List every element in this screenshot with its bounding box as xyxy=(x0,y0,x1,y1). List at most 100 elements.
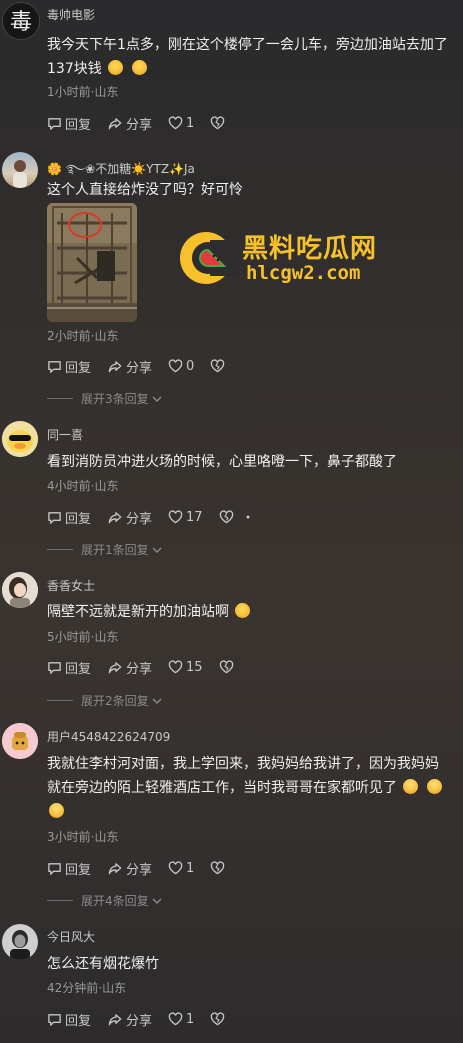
heart-icon xyxy=(168,359,183,373)
share-button[interactable]: 分享 xyxy=(107,658,152,677)
screaming-face-emoji-icon xyxy=(426,779,442,794)
comment-body: 我今天下午1点多，刚在这个楼停了一会儿车，旁边加油站去加了137块钱 xyxy=(47,37,448,77)
like-button[interactable]: 0 xyxy=(168,359,194,374)
expand-replies-button[interactable]: 展开3条回复 xyxy=(47,390,163,407)
building-fire-photo-icon xyxy=(47,203,137,322)
share-icon xyxy=(108,1013,122,1025)
broken-heart-icon xyxy=(211,116,225,130)
username[interactable]: 毒帅电影 xyxy=(47,6,95,23)
share-label: 分享 xyxy=(126,661,153,677)
screaming-face-emoji-icon xyxy=(403,779,419,794)
like-button[interactable]: 1 xyxy=(168,1012,194,1027)
reply-label: 回复 xyxy=(65,117,92,133)
chevron-down-icon xyxy=(152,898,162,904)
watermark-url: hlcgw2.com xyxy=(246,262,361,284)
comment-actions: 回复 分享 17 xyxy=(47,508,270,527)
reply-label: 回复 xyxy=(65,511,92,527)
timestamp-location: 1小时前·山东 xyxy=(47,85,119,99)
reply-button[interactable]: 回复 xyxy=(47,508,91,527)
like-button[interactable]: 1 xyxy=(168,116,194,131)
avatar[interactable] xyxy=(2,924,38,960)
broken-heart-icon xyxy=(219,510,233,524)
timestamp-location: 3小时前·山东 xyxy=(47,830,119,844)
username[interactable]: 今日风大 xyxy=(47,928,95,945)
expand-replies-button[interactable]: 展开2条回复 xyxy=(47,692,163,709)
like-button[interactable]: 15 xyxy=(168,660,203,675)
username[interactable]: 用户4548422624709 xyxy=(47,728,170,745)
share-icon xyxy=(108,511,122,523)
comment-actions: 回复 分享 1 xyxy=(47,859,244,878)
divider xyxy=(47,549,73,550)
comment-actions: 回复 分享 0 xyxy=(47,357,244,376)
reply-label: 回复 xyxy=(65,661,92,677)
expand-replies-button[interactable]: 展开1条回复 xyxy=(47,541,163,558)
share-button[interactable]: 分享 xyxy=(107,114,152,133)
reply-label: 回复 xyxy=(65,1013,92,1029)
avatar[interactable] xyxy=(2,421,38,457)
watermark-logo: 黑料吃瓜网 hlcgw2.com xyxy=(178,228,398,288)
comment-actions: 回复 分享 1 xyxy=(47,1010,244,1029)
share-icon xyxy=(108,862,122,874)
dislike-button[interactable] xyxy=(210,861,228,875)
avatar-cartoon-icon xyxy=(2,723,38,759)
share-label: 分享 xyxy=(126,511,153,527)
divider xyxy=(47,398,73,399)
like-button[interactable]: 17 xyxy=(168,510,203,525)
share-button[interactable]: 分享 xyxy=(107,1010,152,1029)
heart-icon xyxy=(168,861,183,875)
timestamp-location: 4小时前·山东 xyxy=(47,479,119,493)
avatar[interactable] xyxy=(2,723,38,759)
comment-text: 看到消防员冲进火场的时候，心里咯噔一下，鼻子都酸了 xyxy=(47,454,397,470)
share-button[interactable]: 分享 xyxy=(107,859,152,878)
share-icon xyxy=(108,360,122,372)
share-label: 分享 xyxy=(126,360,153,376)
reply-button[interactable]: 回复 xyxy=(47,859,91,878)
avatar-photo-icon xyxy=(2,924,38,960)
watermark-title: 黑料吃瓜网 xyxy=(242,234,378,264)
reply-label: 回复 xyxy=(65,360,92,376)
expand-replies-button[interactable]: 展开4条回复 xyxy=(47,892,163,909)
like-count: 1 xyxy=(186,115,195,131)
comment-actions: 回复 分享 1 xyxy=(47,114,244,133)
avatar-logo-icon: 毒 xyxy=(3,3,39,39)
reply-icon xyxy=(48,511,61,524)
comment-body: 我就住李村河对面，我上学回来，我妈妈给我讲了，因为我妈妈就在旁边的陌上轻雅酒店工… xyxy=(47,756,439,796)
like-button[interactable]: 1 xyxy=(168,861,194,876)
comment-text: 我今天下午1点多，刚在这个楼停了一会儿车，旁边加油站去加了137块钱 xyxy=(47,33,451,81)
chevron-down-icon xyxy=(152,396,162,402)
comment-image[interactable] xyxy=(47,203,137,322)
chevron-down-icon xyxy=(152,698,162,704)
share-label: 分享 xyxy=(126,862,153,878)
dislike-button[interactable] xyxy=(210,1012,228,1026)
reply-button[interactable]: 回复 xyxy=(47,1010,91,1029)
share-button[interactable]: 分享 xyxy=(107,357,152,376)
heart-icon xyxy=(168,1012,183,1026)
screaming-face-emoji-icon xyxy=(49,803,64,818)
like-count: 1 xyxy=(186,860,195,876)
avatar[interactable] xyxy=(2,572,38,608)
reply-button[interactable]: 回复 xyxy=(47,357,91,376)
avatar[interactable] xyxy=(2,152,38,188)
reply-button[interactable]: 回复 xyxy=(47,114,91,133)
reply-button[interactable]: 回复 xyxy=(47,658,91,677)
reply-icon xyxy=(48,1013,61,1026)
dislike-button[interactable] xyxy=(210,116,228,130)
chevron-down-icon xyxy=(152,547,162,553)
dislike-button[interactable] xyxy=(219,660,237,674)
dislike-button[interactable] xyxy=(210,359,228,373)
comment-text: 这个人直接给炸没了吗？好可怜 xyxy=(47,182,243,198)
heart-icon xyxy=(168,116,183,130)
expand-replies-label: 展开3条回复 xyxy=(81,392,149,406)
username[interactable]: 同一喜 xyxy=(47,426,83,443)
share-button[interactable]: 分享 xyxy=(107,508,152,527)
like-count: 15 xyxy=(186,659,203,675)
dislike-button[interactable] xyxy=(219,510,254,524)
comment-body: 隔壁不远就是新开的加油站啊 xyxy=(47,604,229,620)
like-count: 0 xyxy=(186,358,195,374)
broken-heart-icon xyxy=(211,861,225,875)
username[interactable]: 香香女士 xyxy=(47,577,95,594)
laughing-tears-emoji-icon xyxy=(108,60,124,75)
broken-heart-icon xyxy=(219,660,233,674)
expand-replies-label: 展开4条回复 xyxy=(81,894,149,908)
avatar[interactable]: 毒 xyxy=(2,2,40,40)
